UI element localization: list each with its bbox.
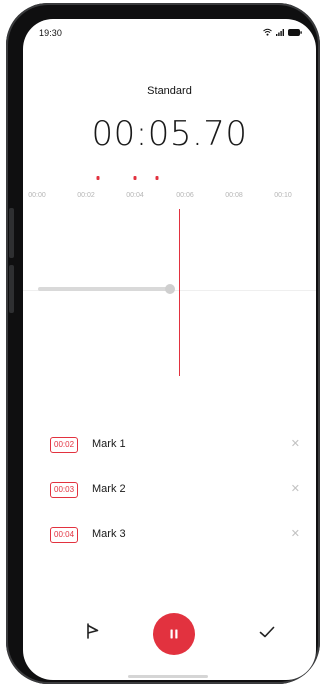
playhead[interactable] bbox=[179, 209, 180, 376]
status-icons bbox=[263, 28, 302, 36]
mark-name[interactable]: Mark 3 bbox=[92, 528, 126, 540]
signal-icon bbox=[276, 28, 284, 36]
waveform-timeline[interactable]: 00:00 00:02 00:04 00:06 00:08 00:10 bbox=[23, 169, 316, 409]
timeline-tick: 00:02 bbox=[77, 192, 95, 199]
mark-row[interactable]: 00:04 Mark 3 ✕ bbox=[23, 518, 316, 563]
power-button bbox=[9, 265, 14, 313]
finish-recording-button[interactable] bbox=[258, 623, 276, 641]
mark-row[interactable]: 00:03 Mark 2 ✕ bbox=[23, 473, 316, 518]
mark-name[interactable]: Mark 2 bbox=[92, 483, 126, 495]
waveform-tip bbox=[165, 284, 175, 294]
elapsed-timer: 00:05.70 bbox=[91, 114, 248, 154]
check-icon bbox=[259, 626, 275, 638]
pause-icon bbox=[170, 629, 178, 639]
status-bar: 19:30 bbox=[23, 19, 316, 47]
mark-indicator bbox=[96, 176, 100, 180]
mark-name[interactable]: Mark 1 bbox=[92, 438, 126, 450]
pause-button[interactable] bbox=[153, 613, 195, 655]
phone-frame: 19:30 Standard 00:05.70 00:00 00:02 00:0… bbox=[6, 3, 320, 684]
recorder-controls bbox=[23, 613, 316, 655]
timeline-tick: 00:00 bbox=[28, 192, 46, 199]
mark-indicator bbox=[155, 176, 159, 180]
status-time: 19:30 bbox=[39, 28, 63, 38]
mark-indicator bbox=[133, 176, 137, 180]
wifi-icon bbox=[263, 28, 272, 36]
recorded-waveform bbox=[38, 287, 174, 291]
flag-icon bbox=[87, 623, 99, 639]
close-icon[interactable]: ✕ bbox=[291, 483, 300, 495]
timeline-tick: 00:08 bbox=[225, 192, 243, 199]
close-icon[interactable]: ✕ bbox=[291, 438, 300, 450]
close-icon[interactable]: ✕ bbox=[291, 528, 300, 540]
add-mark-button[interactable] bbox=[84, 622, 102, 640]
recording-mode-label: Standard bbox=[147, 85, 192, 97]
timeline-tick: 00:06 bbox=[176, 192, 194, 199]
volume-button bbox=[9, 208, 14, 258]
timeline-tick: 00:04 bbox=[126, 192, 144, 199]
mark-timestamp: 00:02 bbox=[50, 437, 79, 453]
timeline-tick: 00:10 bbox=[274, 192, 292, 199]
mark-timestamp: 00:03 bbox=[50, 482, 79, 498]
mark-row[interactable]: 00:02 Mark 1 ✕ bbox=[23, 428, 316, 473]
battery-icon bbox=[288, 28, 302, 36]
screen: 19:30 Standard 00:05.70 00:00 00:02 00:0… bbox=[23, 19, 316, 680]
home-indicator[interactable] bbox=[128, 675, 208, 678]
mark-timestamp: 00:04 bbox=[50, 527, 79, 543]
